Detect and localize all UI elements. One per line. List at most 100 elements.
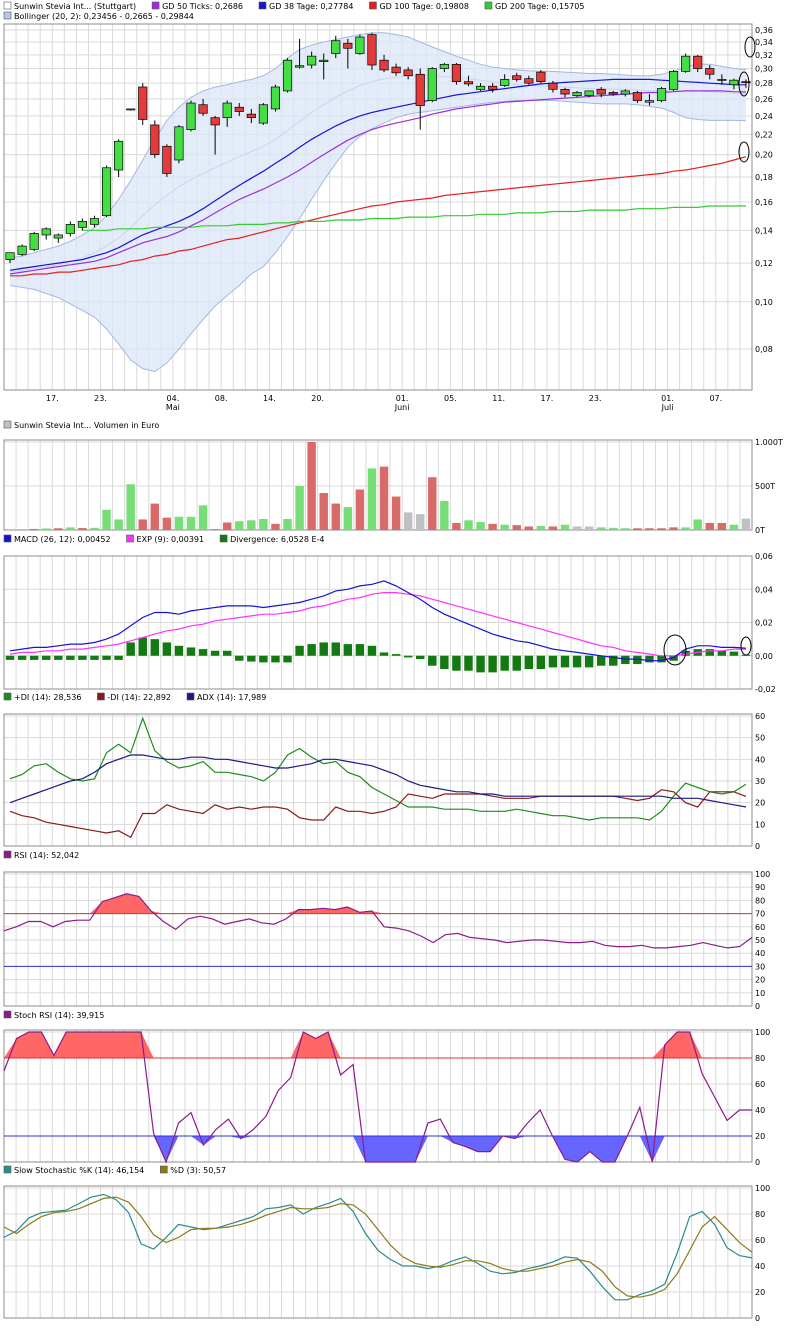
candle-body [717,79,727,81]
divergence-bar [66,655,75,660]
x-tick-label: 08. [215,394,228,403]
legend-swatch [159,1165,168,1174]
candle-body [282,59,293,92]
divergence-bar [162,642,172,656]
candle-body [343,42,353,49]
x-tick-label: 20. [311,394,324,403]
y-tick-label: 0,36 [755,26,773,35]
divergence-bar [198,649,208,656]
y-tick-label: 1.000T [755,438,783,447]
divergence-bar [307,644,316,656]
legend-swatch [186,692,195,701]
candlestick [355,34,365,55]
legend-swatch [258,1,267,10]
y-tick-label: 100 [755,870,770,879]
legend-swatch [151,1,160,10]
candle-body [608,92,618,95]
candle-body [548,82,558,90]
candle-body [101,167,112,217]
y-tick-label: 80 [755,1054,765,1063]
legend-swatch [3,1165,12,1174]
candle-body [451,63,461,83]
volume-bar [657,528,666,530]
legend-swatch [3,11,12,20]
candle-body [463,81,474,85]
divergence-bar [295,645,304,656]
volume-bar [572,526,582,530]
volume-bar [210,529,220,530]
y-tick-label: 0,20 [755,151,773,160]
y-tick-label: 0,26 [755,95,773,104]
legend-label: GD 38 Tage: 0,27784 [269,2,353,11]
divergence-bar [138,637,147,656]
legend-label: GD 50 Ticks: 0,2686 [162,2,243,11]
legend-swatch [3,420,12,429]
x-tick-label: 14. [263,394,276,403]
candle-body [512,75,522,80]
y-tick-label: 0,14 [755,226,773,235]
volume-bar [452,522,461,530]
volume-bar [403,512,413,530]
volume-bar [391,496,401,530]
volume-bar [355,489,365,530]
candle-body [427,68,437,101]
legend-swatch [3,692,12,701]
divergence-bar [621,655,630,665]
candlestick [186,100,196,132]
candle-body [198,104,208,114]
candle-body [295,65,305,68]
volume-bar [54,528,63,530]
volume-bar [114,519,123,530]
divergence-bar [114,655,123,660]
volume-bar [621,528,630,530]
legend-swatch [3,534,12,543]
candle-body [669,71,679,90]
candle-body [162,145,172,174]
legend-label: -DI (14): 22,892 [107,693,171,702]
candle-body [620,90,630,95]
x-tick-label: 04. [167,394,180,403]
y-tick-label: 60 [755,712,765,721]
legend-swatch [3,1,12,10]
volume-bar [428,477,437,530]
candle-body [77,221,87,228]
volume-bar [367,468,377,530]
x-tick-sublabel: Juni [394,403,410,412]
legend-label: EXP (9): 0,00391 [137,535,205,544]
candle-body [53,234,63,239]
volume-bar [235,521,244,530]
divergence-bar [428,655,437,666]
volume-bar [693,519,702,530]
legend-label: +DI (14): 28,536 [14,693,81,702]
volume-bar [379,466,389,530]
divergence-bar [560,655,570,668]
candle-body [729,79,739,86]
y-tick-label: 0,00 [755,652,773,661]
volume-bar [247,520,256,530]
candle-body [500,79,510,86]
volume-bar [259,519,268,530]
candle-body [644,100,655,103]
x-tick-label: 11. [492,394,505,403]
candlestick [282,58,293,93]
candle-body [234,106,244,112]
y-tick-label: 0,30 [755,65,773,74]
legend-label: Divergence: 6,0528 E-4 [230,535,324,544]
y-tick-label: 60 [755,1236,765,1245]
divergence-bar [222,650,232,656]
volume-bar [681,527,690,530]
divergence-bar [150,639,160,656]
legend-label: RSI (14): 52,042 [14,851,79,860]
x-tick-label: 23. [94,394,107,403]
volume-bar [476,522,485,530]
candle-body [319,59,329,62]
volume-bar [645,528,654,530]
legend-swatch [484,1,493,10]
divergence-bar [717,650,727,656]
y-tick-label: 0,24 [755,112,773,121]
y-tick-label: 0,08 [755,345,773,354]
volume-bar [584,526,594,530]
divergence-bar [54,655,63,660]
volume-bar [633,528,642,530]
y-tick-label: 0,12 [755,259,773,268]
